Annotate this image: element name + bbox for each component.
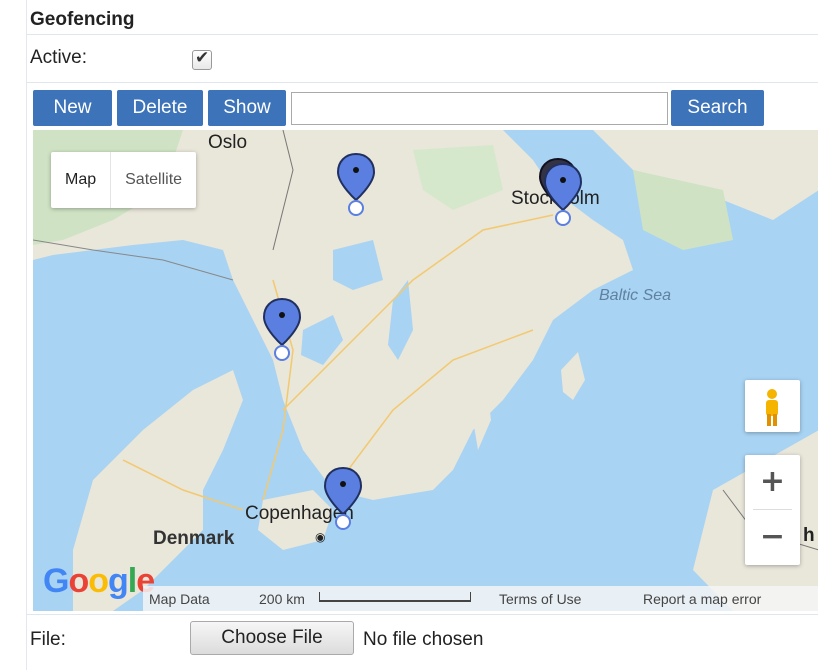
street-view-control[interactable]: [745, 380, 800, 432]
map-label-oslo: Oslo: [208, 132, 248, 153]
zoom-in-button[interactable]: +: [745, 455, 800, 509]
terms-of-use-link[interactable]: Terms of Use: [499, 591, 581, 607]
map-type-control: Map Satellite: [51, 152, 197, 208]
map-attribution-bar: Map Data 200 km Terms of Use Report a ma…: [143, 586, 818, 611]
new-button[interactable]: New: [33, 90, 112, 126]
map-type-map-button[interactable]: Map: [51, 152, 110, 208]
map-type-satellite-button[interactable]: Satellite: [110, 152, 196, 208]
search-button[interactable]: Search: [671, 90, 764, 126]
google-logo: Google: [43, 562, 155, 600]
map-scale-bar: [319, 592, 471, 602]
panel-title: Geofencing: [30, 9, 135, 30]
map-view[interactable]: Map Satellite Oslo Stockholm Baltic Sea …: [33, 130, 818, 611]
active-row: Active: ✔: [27, 35, 818, 83]
map-data-link[interactable]: Map Data: [149, 591, 210, 607]
zoom-control: + −: [745, 455, 800, 565]
map-label-partial: h: [803, 525, 815, 546]
geofence-marker-2[interactable]: [543, 162, 583, 226]
title-row: Geofencing: [27, 0, 818, 35]
file-label: File:: [30, 629, 66, 650]
delete-button[interactable]: Delete: [117, 90, 203, 126]
pegman-icon: [766, 389, 778, 426]
check-icon: ✔: [195, 48, 210, 68]
file-row: File: Choose File No file chosen: [27, 614, 818, 665]
geofence-marker-4[interactable]: [323, 466, 363, 530]
map-scale-label: 200 km: [259, 591, 305, 607]
report-map-error-link[interactable]: Report a map error: [643, 591, 761, 607]
geofence-marker-1[interactable]: [336, 152, 376, 216]
search-input[interactable]: [291, 92, 668, 125]
file-status: No file chosen: [363, 629, 484, 650]
geofence-marker-3[interactable]: [262, 297, 302, 361]
geofencing-panel: Geofencing Active: ✔ New Delete Show Sea…: [26, 0, 818, 670]
map-label-baltic-sea: Baltic Sea: [599, 287, 672, 304]
choose-file-button[interactable]: Choose File: [190, 621, 354, 655]
show-button[interactable]: Show: [208, 90, 286, 126]
map-label-denmark: Denmark: [153, 528, 235, 549]
capital-dot-icon: ◉: [315, 530, 326, 544]
zoom-out-button[interactable]: −: [745, 510, 800, 564]
active-checkbox[interactable]: ✔: [192, 48, 212, 70]
active-label: Active:: [30, 47, 88, 68]
